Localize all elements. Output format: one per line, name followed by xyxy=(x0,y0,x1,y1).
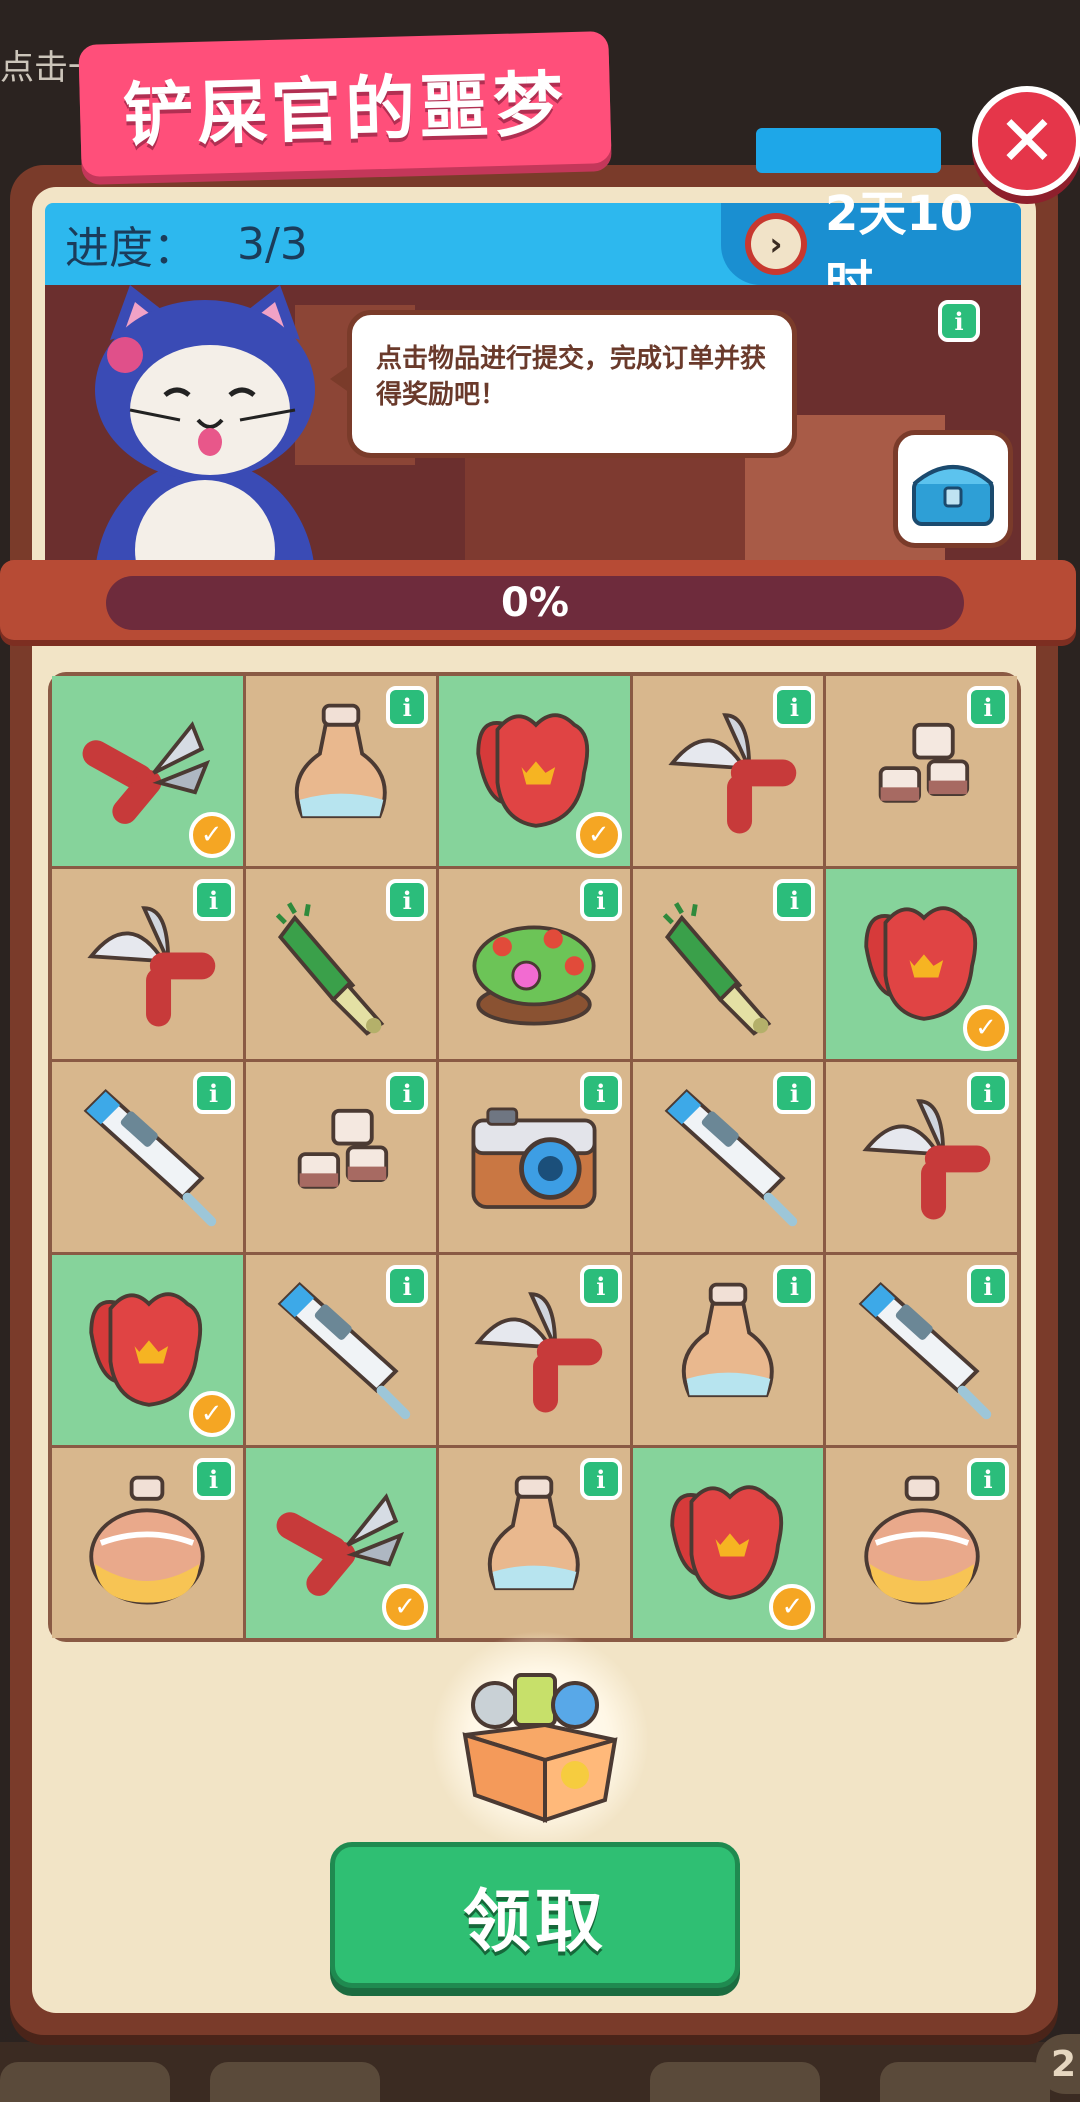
info-icon[interactable]: i xyxy=(938,300,980,342)
progress-label: 进度： xyxy=(65,223,197,274)
grid-cell-green-brush[interactable]: i xyxy=(632,869,824,1059)
grid-cell-red-gloves[interactable]: ✓ xyxy=(439,676,630,866)
info-icon[interactable]: i xyxy=(579,1458,622,1500)
grid-cell-thermometer[interactable]: i xyxy=(245,1255,437,1445)
grid-cell-red-gloves[interactable]: ✓ xyxy=(826,869,1017,1059)
grid-cell-potion-bottle[interactable]: i xyxy=(245,676,437,866)
grid-cell-camera[interactable]: i xyxy=(439,1062,630,1252)
check-icon: ✓ xyxy=(382,1584,429,1630)
info-icon[interactable]: i xyxy=(773,686,816,728)
info-icon[interactable]: i xyxy=(579,879,622,921)
check-icon: ✓ xyxy=(963,1005,1009,1051)
grid-cell-tofu-cubes[interactable]: i xyxy=(245,1062,437,1252)
info-icon[interactable]: i xyxy=(192,879,235,921)
check-icon: ✓ xyxy=(188,1391,235,1437)
grid-cell-pruner-white[interactable]: i xyxy=(52,869,243,1059)
info-icon[interactable]: i xyxy=(386,1072,429,1114)
reward-chest-button[interactable] xyxy=(893,430,1013,548)
grid-cell-pruner-red[interactable]: ✓ xyxy=(52,676,243,866)
info-icon[interactable]: i xyxy=(579,1265,622,1307)
check-icon: ✓ xyxy=(188,812,235,858)
info-icon[interactable]: i xyxy=(386,879,429,921)
grid-cell-thermometer[interactable]: i xyxy=(826,1255,1017,1445)
grid-cell-round-bottle[interactable]: i xyxy=(52,1448,243,1638)
page-title: 铲屎官的噩梦 xyxy=(122,62,569,157)
grid-cell-thermometer[interactable]: i xyxy=(632,1062,824,1252)
info-icon[interactable]: i xyxy=(192,1458,235,1500)
bottom-tab[interactable] xyxy=(0,2062,170,2102)
info-icon[interactable]: i xyxy=(967,1072,1009,1114)
info-icon[interactable]: i xyxy=(773,879,816,921)
check-icon: ✓ xyxy=(575,812,622,858)
grid-cell-pruner-white[interactable]: i xyxy=(439,1255,630,1445)
progress-percent: 0% xyxy=(501,580,569,626)
info-icon[interactable]: i xyxy=(773,1072,816,1114)
info-icon[interactable]: i xyxy=(192,1072,235,1114)
progress-track: 0% xyxy=(106,576,964,630)
progress-bar: 0% xyxy=(0,560,1076,640)
item-grid: ✓ i ✓ i i i i i i ✓ i i i i i ✓ i i i i … xyxy=(48,672,1021,1642)
info-icon[interactable]: i xyxy=(579,1072,622,1114)
progress-header: 进度： 3/3 › 2天10时 xyxy=(45,186,1021,312)
gift-box-icon xyxy=(462,1673,618,1823)
info-icon[interactable]: i xyxy=(386,1265,429,1307)
info-icon[interactable]: i xyxy=(967,1265,1009,1307)
grid-cell-flower-pot[interactable]: i xyxy=(439,869,630,1059)
grid-cell-red-gloves[interactable]: ✓ xyxy=(52,1255,243,1445)
grid-cell-pruner-white[interactable]: i xyxy=(632,676,824,866)
bottom-tab[interactable] xyxy=(880,2062,1050,2102)
bottom-tab[interactable] xyxy=(650,2062,820,2102)
decor-flag xyxy=(756,128,941,173)
bottom-tab[interactable] xyxy=(210,2062,380,2102)
info-icon[interactable]: i xyxy=(967,686,1009,728)
grid-cell-round-bottle[interactable]: i xyxy=(826,1448,1017,1638)
hint-speech-bubble: 点击物品进行提交，完成订单并获得奖励吧！ xyxy=(330,310,797,458)
grid-cell-pruner-white[interactable]: i xyxy=(826,1062,1017,1252)
grid-cell-red-gloves[interactable]: ✓ xyxy=(632,1448,824,1638)
claim-button[interactable]: 领取 xyxy=(330,1842,740,1988)
grid-cell-pruner-red[interactable]: ✓ xyxy=(245,1448,437,1638)
claim-button-label: 领取 xyxy=(462,1882,607,1962)
timer: › 2天10时 xyxy=(721,186,1021,312)
close-icon: ✕ xyxy=(997,100,1057,182)
chest-icon xyxy=(912,465,994,526)
grid-cell-thermometer[interactable]: i xyxy=(52,1062,243,1252)
grid-cell-tofu-cubes[interactable]: i xyxy=(826,676,1017,866)
background-bottom-bar: 2 xyxy=(0,2034,1080,2102)
info-icon[interactable]: i xyxy=(386,686,429,728)
info-icon[interactable]: i xyxy=(967,1458,1009,1500)
check-icon: ✓ xyxy=(769,1584,816,1630)
title-banner: 铲屎官的噩梦 xyxy=(78,31,612,177)
grid-cell-potion-bottle[interactable]: i xyxy=(439,1448,630,1638)
cat-character xyxy=(95,285,315,560)
grid-cell-potion-bottle[interactable]: i xyxy=(632,1255,824,1445)
info-icon[interactable]: i xyxy=(773,1265,816,1307)
clock-icon: › xyxy=(745,213,807,275)
progress-value: 3/3 xyxy=(237,218,308,270)
grid-cell-green-brush[interactable]: i xyxy=(245,869,437,1059)
